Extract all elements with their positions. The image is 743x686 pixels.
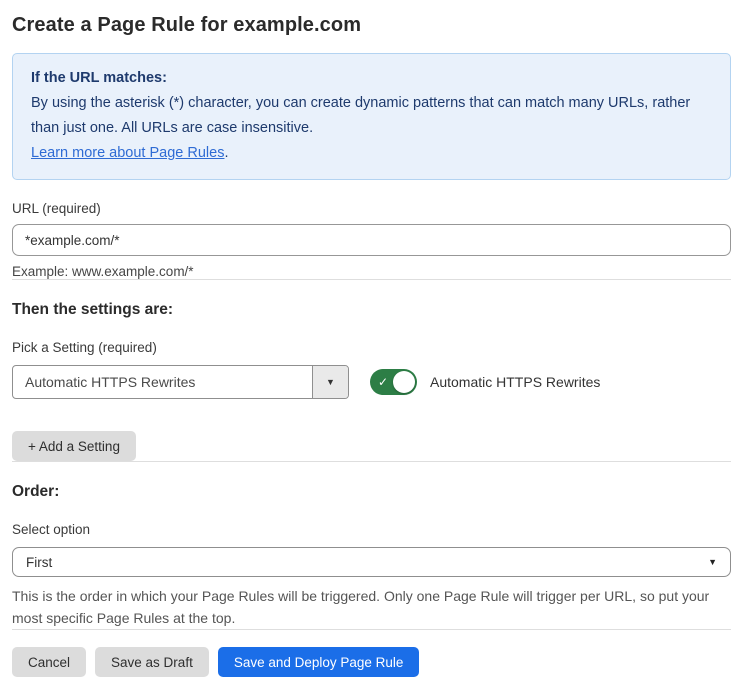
divider xyxy=(12,629,731,630)
create-page-rule-dialog: Create a Page Rule for example.com If th… xyxy=(0,0,743,686)
url-input[interactable] xyxy=(12,224,731,256)
save-and-deploy-button[interactable]: Save and Deploy Page Rule xyxy=(217,647,420,677)
save-as-draft-button[interactable]: Save as Draft xyxy=(95,647,209,677)
add-setting-button[interactable]: + Add a Setting xyxy=(12,431,136,461)
info-box-heading: If the URL matches: xyxy=(31,70,167,86)
info-box-link-line: Learn more about Page Rules. xyxy=(31,141,712,166)
https-rewrites-toggle[interactable]: ✓ xyxy=(370,369,417,395)
toggle-knob xyxy=(393,371,415,393)
https-rewrites-toggle-group: ✓ Automatic HTTPS Rewrites xyxy=(370,369,600,395)
setting-dropdown-button[interactable]: ▼ xyxy=(312,366,348,398)
chevron-down-icon: ▼ xyxy=(326,377,335,387)
info-box-body: By using the asterisk (*) character, you… xyxy=(31,95,691,136)
divider xyxy=(12,461,731,462)
url-example-hint: Example: www.example.com/* xyxy=(12,264,194,279)
url-field-label: URL (required) xyxy=(12,201,101,216)
page-title: Create a Page Rule for example.com xyxy=(12,14,362,36)
setting-picker-row: Automatic HTTPS Rewrites ▼ ✓ Automatic H… xyxy=(12,365,731,399)
setting-dropdown-value: Automatic HTTPS Rewrites xyxy=(25,374,196,390)
link-suffix: . xyxy=(224,145,229,161)
order-description: This is the order in which your Page Rul… xyxy=(12,588,710,626)
pick-setting-label: Pick a Setting (required) xyxy=(12,340,157,355)
toggle-label: Automatic HTTPS Rewrites xyxy=(430,374,601,390)
url-matches-info-box: If the URL matches: By using the asteris… xyxy=(12,53,731,180)
select-option-label: Select option xyxy=(12,522,91,537)
settings-section-heading: Then the settings are: xyxy=(12,301,174,318)
chevron-down-icon: ▼ xyxy=(708,557,717,567)
learn-more-link[interactable]: Learn more about Page Rules xyxy=(31,145,224,161)
setting-dropdown[interactable]: Automatic HTTPS Rewrites ▼ xyxy=(12,365,349,399)
check-icon: ✓ xyxy=(378,375,389,389)
order-dropdown-value: First xyxy=(26,554,53,570)
cancel-button[interactable]: Cancel xyxy=(12,647,87,677)
order-section-heading: Order: xyxy=(12,483,60,500)
footer-actions: Cancel Save as Draft Save and Deploy Pag… xyxy=(12,647,731,677)
divider xyxy=(12,279,731,280)
order-dropdown[interactable]: First ▼ xyxy=(12,547,731,577)
